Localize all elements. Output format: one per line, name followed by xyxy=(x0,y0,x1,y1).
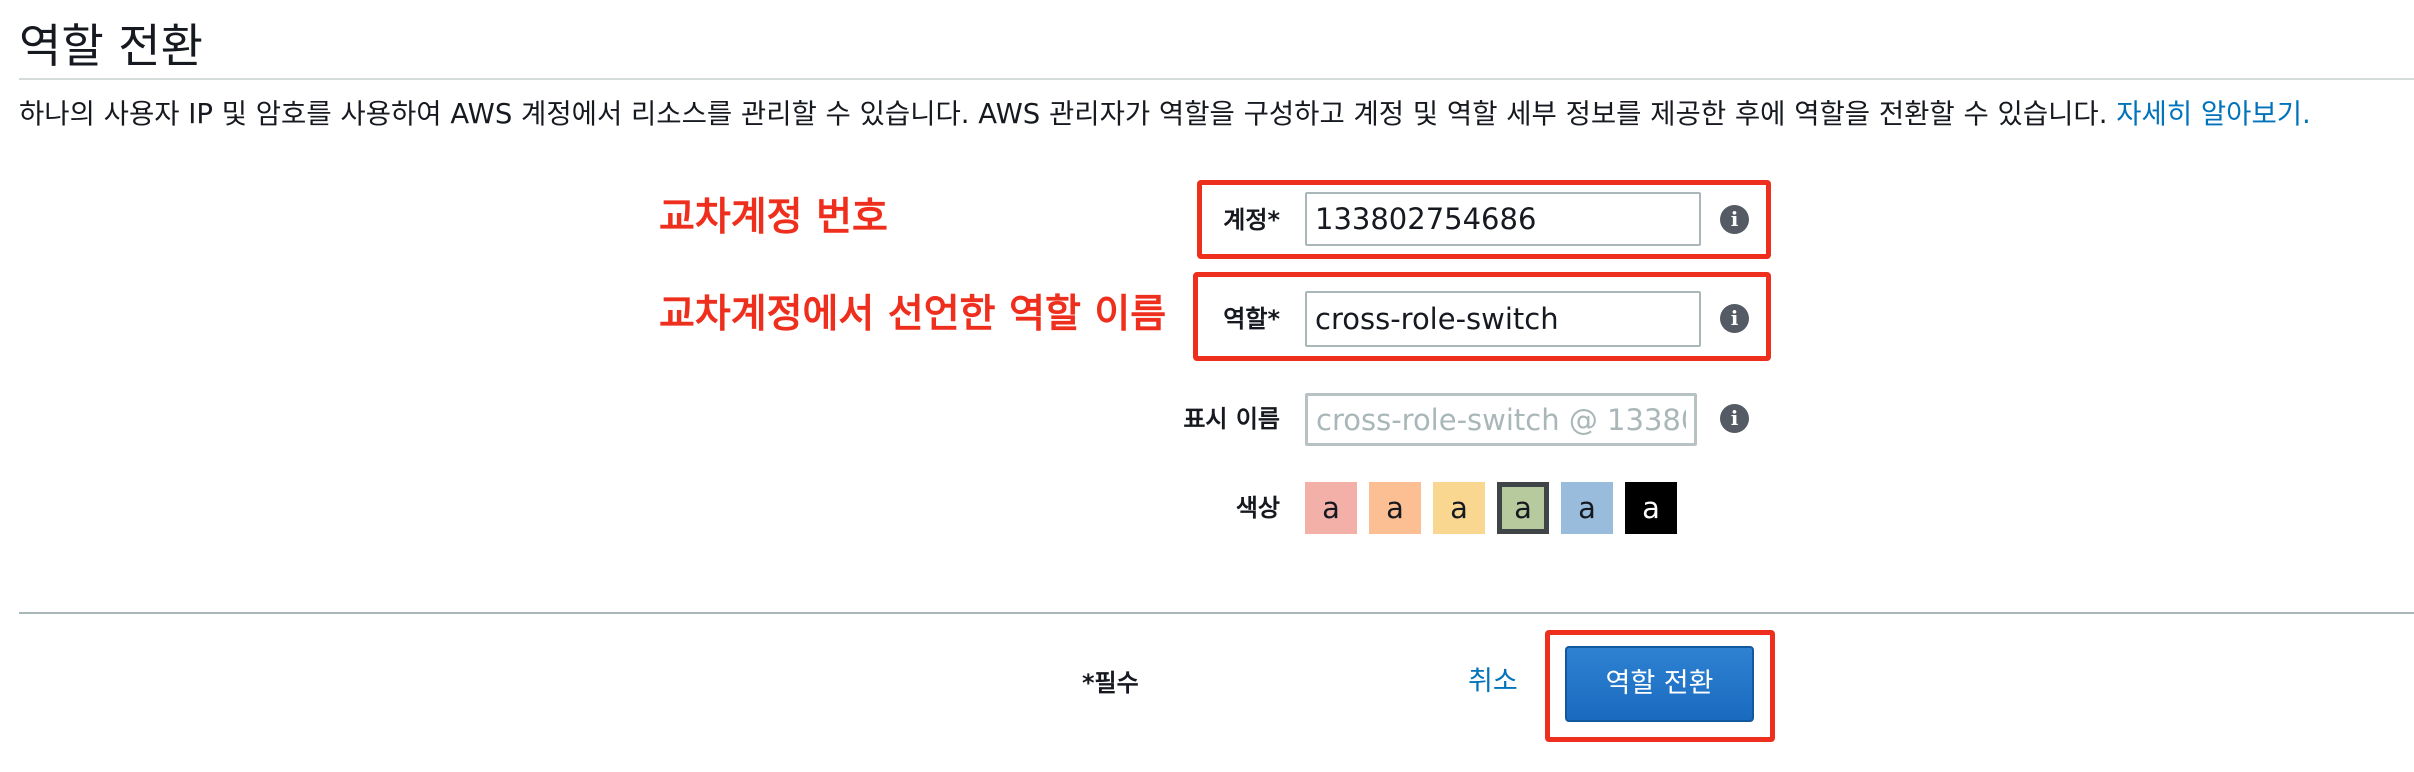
footer-divider xyxy=(19,612,2414,614)
role-input[interactable] xyxy=(1305,291,1701,347)
display-name-label: 표시 이름 xyxy=(1183,405,1280,433)
annotation-role-name: 교차계정에서 선언한 역할 이름 xyxy=(659,292,1167,337)
display-name-input[interactable] xyxy=(1305,393,1697,446)
title-divider xyxy=(19,78,2414,80)
info-icon[interactable]: i xyxy=(1720,304,1749,333)
color-swatch[interactable]: a xyxy=(1433,482,1485,534)
color-swatch-group: aaaaaa xyxy=(1305,482,1685,534)
info-icon[interactable]: i xyxy=(1720,404,1749,433)
cancel-link[interactable]: 취소 xyxy=(1468,664,1518,700)
learn-more-link[interactable]: 자세히 알아보기. xyxy=(2116,98,2311,130)
account-label: 계정* xyxy=(1223,206,1280,234)
description-text: 하나의 사용자 IP 및 암호를 사용하여 AWS 계정에서 리소스를 관리할 … xyxy=(19,98,2108,130)
role-label: 역할* xyxy=(1223,305,1280,333)
page-title: 역할 전환 xyxy=(19,19,203,73)
color-label: 색상 xyxy=(1235,494,1280,522)
color-swatch[interactable]: a xyxy=(1625,482,1677,534)
color-swatch[interactable]: a xyxy=(1497,482,1549,534)
required-note: *필수 xyxy=(1082,669,1139,697)
annotation-account-number: 교차계정 번호 xyxy=(659,195,888,240)
color-swatch[interactable]: a xyxy=(1305,482,1357,534)
info-icon[interactable]: i xyxy=(1720,205,1749,234)
switch-role-button[interactable]: 역할 전환 xyxy=(1565,646,1754,722)
color-swatch[interactable]: a xyxy=(1369,482,1421,534)
color-swatch[interactable]: a xyxy=(1561,482,1613,534)
page-description: 하나의 사용자 IP 및 암호를 사용하여 AWS 계정에서 리소스를 관리할 … xyxy=(19,94,2311,134)
account-input[interactable] xyxy=(1305,192,1701,246)
